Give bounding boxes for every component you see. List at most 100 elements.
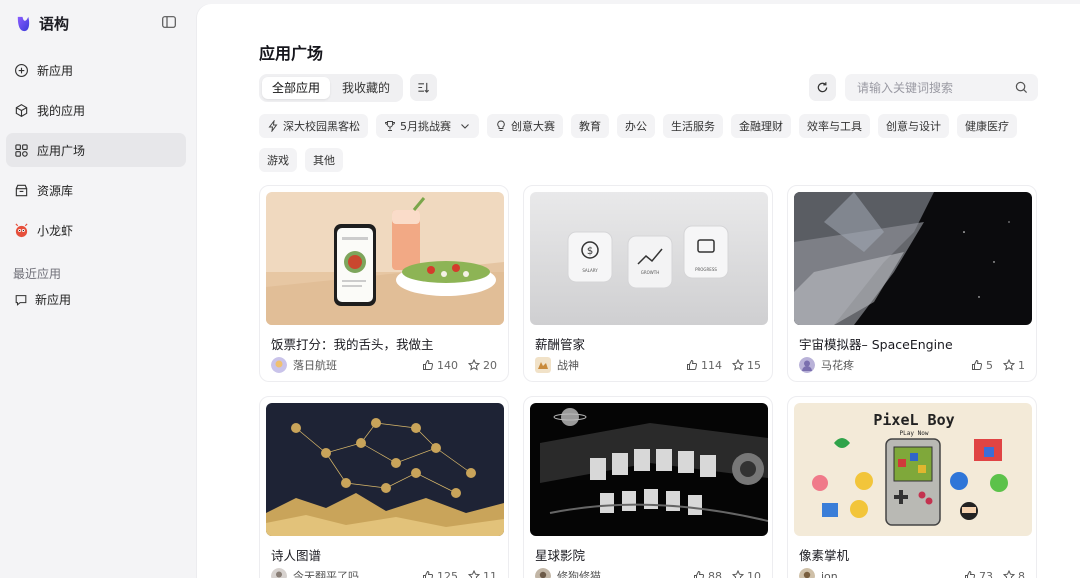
avatar: [271, 568, 287, 578]
thumbs-up-icon: [972, 359, 983, 370]
app-meta: 落日航班 140 20: [271, 357, 497, 373]
grid-icon: [15, 143, 28, 157]
refresh-icon: [817, 82, 828, 93]
thumb-label: PLay Now: [900, 430, 929, 437]
like-count[interactable]: 140: [422, 359, 458, 372]
app-thumbnail: [530, 403, 768, 536]
plus-circle-icon: [15, 63, 28, 77]
main-panel: 应用广场 全部应用 我收藏的 深大校园黑客松 5月挑战赛 创意大赛 教育 办公 …: [197, 4, 1080, 578]
sidebar-item-label: 小龙虾: [37, 223, 74, 238]
tag-label: 健康医疗: [965, 120, 1009, 133]
tag-education[interactable]: 教育: [571, 114, 609, 138]
star-count[interactable]: 1: [1003, 359, 1025, 372]
like-count-value: 114: [701, 358, 722, 372]
app-author: 战神: [557, 359, 579, 372]
app-title: 星球影院: [535, 548, 586, 563]
star-count-value: 10: [747, 569, 761, 578]
svg-text:$: $: [587, 246, 593, 257]
app-title: 宇宙模拟器– SpaceEngine: [799, 337, 953, 352]
tag-life-services[interactable]: 生活服务: [663, 114, 723, 138]
star-icon: [732, 570, 744, 578]
like-count-value: 73: [979, 569, 993, 578]
thumbs-up-icon: [423, 570, 434, 578]
tag-may-challenge[interactable]: 5月挑战赛: [376, 114, 479, 138]
avatar: [799, 568, 815, 578]
sidebar-item-my-apps[interactable]: 我的应用: [6, 93, 186, 127]
app-meta: 战神 114 15: [535, 357, 761, 373]
star-icon: [732, 359, 744, 371]
bulb-icon: [497, 120, 505, 131]
app-card[interactable]: PixeL Boy PLay Now 像素掌机 jon 73 8: [787, 396, 1037, 578]
star-count[interactable]: 15: [732, 359, 761, 372]
star-icon: [1003, 359, 1015, 371]
app-title: 薪酬管家: [535, 337, 586, 352]
tag-hackathon[interactable]: 深大校园黑客松: [259, 114, 368, 138]
sidebar-item-resources[interactable]: 资源库: [6, 173, 186, 207]
like-count-value: 5: [986, 358, 993, 372]
recent-app-item[interactable]: 新应用: [14, 291, 71, 308]
sort-filter-button[interactable]: [410, 74, 437, 101]
tag-office[interactable]: 办公: [617, 114, 655, 138]
sidebar-nav: 新应用 我的应用 应用广场 资源库 小龙虾: [6, 53, 186, 253]
app-card[interactable]: 饭票打分：我的舌头，我做主 落日航班 140 20: [259, 185, 509, 382]
refresh-button[interactable]: [809, 74, 836, 101]
star-icon: [1003, 570, 1015, 578]
search-input[interactable]: [845, 74, 1038, 101]
tag-label: 创意大赛: [511, 120, 555, 133]
star-icon: [468, 570, 480, 578]
star-count[interactable]: 20: [468, 359, 497, 372]
tab-all-apps[interactable]: 全部应用: [262, 77, 331, 99]
like-count-value: 125: [437, 569, 458, 578]
star-icon: [468, 359, 480, 371]
star-count-value: 11: [483, 569, 497, 578]
app-author: 今天翻平了吗: [293, 570, 359, 578]
tag-health[interactable]: 健康医疗: [957, 114, 1017, 138]
page-title: 应用广场: [259, 44, 324, 63]
star-count-value: 1: [1018, 358, 1025, 372]
sidebar-item-label: 新应用: [37, 63, 74, 78]
like-count[interactable]: 5: [971, 359, 993, 372]
app-thumbnail: [794, 192, 1032, 325]
app-card[interactable]: 星球影院 修狗修猫 88 10: [523, 396, 773, 578]
sidebar-item-app-plaza[interactable]: 应用广场: [6, 133, 186, 167]
star-count-value: 15: [747, 358, 761, 372]
app-meta: 马花疼 5 1: [799, 357, 1025, 373]
tag-productivity[interactable]: 效率与工具: [799, 114, 870, 138]
app-card[interactable]: 诗人图谱 今天翻平了吗 125 11: [259, 396, 509, 578]
search-icon[interactable]: [1015, 81, 1028, 94]
recent-app-label: 新应用: [35, 293, 72, 307]
avatar: [799, 357, 815, 373]
like-count[interactable]: 88: [693, 570, 722, 578]
sidebar-item-lobster[interactable]: 小龙虾: [6, 213, 186, 247]
like-count[interactable]: 114: [686, 359, 722, 372]
like-count[interactable]: 125: [422, 570, 458, 578]
bolt-icon: [268, 120, 278, 132]
tag-other[interactable]: 其他: [305, 148, 343, 172]
thumbs-up-icon: [687, 359, 698, 370]
star-count[interactable]: 10: [732, 570, 761, 578]
like-count[interactable]: 73: [964, 570, 993, 578]
star-count[interactable]: 11: [468, 570, 497, 578]
sidebar-item-label: 资源库: [37, 183, 74, 198]
tab-favorites[interactable]: 我收藏的: [332, 77, 400, 99]
app-grid: 饭票打分：我的舌头，我做主 落日航班 140 20 $ SALARY GROWT…: [259, 185, 1039, 578]
tag-design[interactable]: 创意与设计: [878, 114, 949, 138]
app-card[interactable]: $ SALARY GROWTH PROGRESS 薪酬管家 战神 114 15: [523, 185, 773, 382]
sidebar-toggle-icon[interactable]: [162, 16, 176, 28]
brand-name: 语构: [39, 14, 70, 33]
chat-icon: [15, 294, 27, 306]
tag-finance[interactable]: 金融理财: [731, 114, 791, 138]
tag-creative-contest[interactable]: 创意大赛: [487, 114, 563, 138]
segment-control: 全部应用 我收藏的: [259, 74, 404, 102]
star-count[interactable]: 8: [1003, 570, 1025, 578]
sidebar-item-new-app[interactable]: 新应用: [6, 53, 186, 87]
sidebar: 语构 新应用 我的应用 应用广场 资源库 小龙虾 最近应用 新应用: [0, 0, 196, 578]
app-card[interactable]: 宇宙模拟器– SpaceEngine 马花疼 5 1: [787, 185, 1037, 382]
sidebar-item-label: 我的应用: [37, 103, 86, 118]
thumbs-up-icon: [965, 570, 976, 578]
star-count-value: 8: [1018, 569, 1025, 578]
tag-games[interactable]: 游戏: [259, 148, 297, 172]
box-icon: [15, 184, 28, 196]
app-thumbnail: $ SALARY GROWTH PROGRESS: [530, 192, 768, 325]
brand[interactable]: 语构: [14, 13, 69, 33]
